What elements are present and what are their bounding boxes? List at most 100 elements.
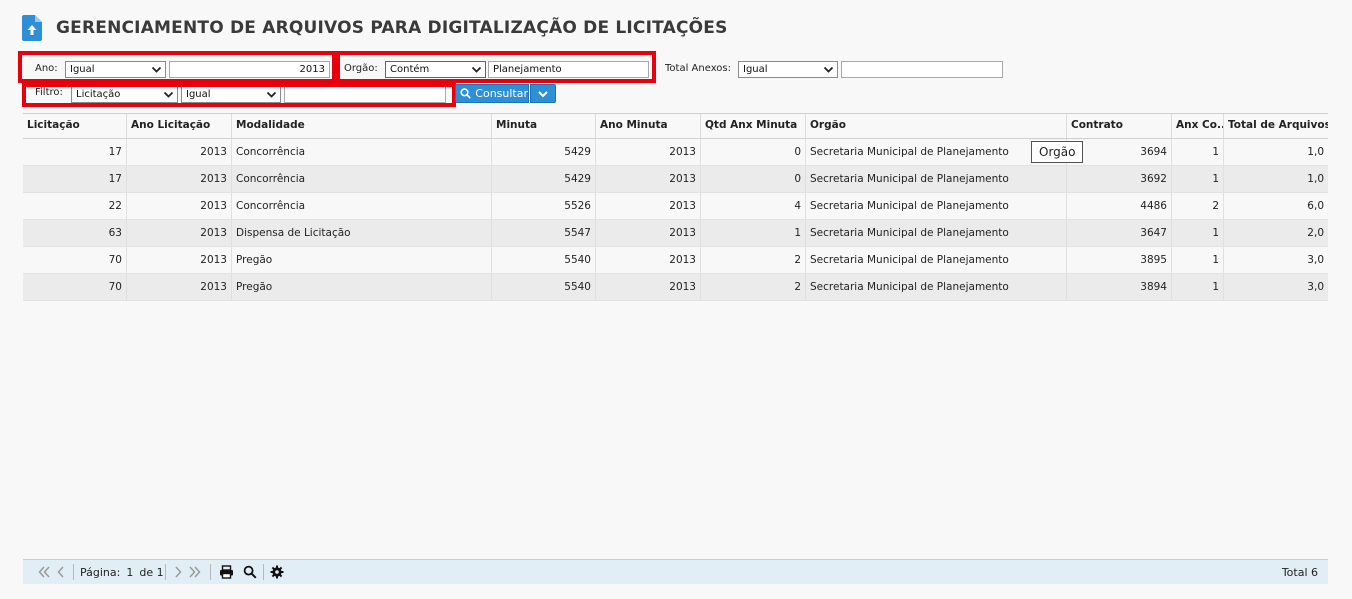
cell: Secretaria Municipal de Planejamento (806, 220, 1067, 246)
cell: 17 (23, 139, 127, 165)
last-page-icon[interactable] (188, 565, 202, 579)
cell: Secretaria Municipal de Planejamento (806, 274, 1067, 300)
cell: 3647 (1067, 220, 1172, 246)
cell: 2 (1172, 193, 1224, 219)
total-anexos-label: Total Anexos: (665, 63, 731, 74)
total-anexos-operator-value: Igual (743, 64, 768, 75)
cell: 2013 (596, 220, 701, 246)
chevron-down-icon (823, 66, 834, 73)
consultar-dropdown-button[interactable] (530, 84, 556, 103)
cell: 2013 (596, 139, 701, 165)
cell: Secretaria Municipal de Planejamento (806, 247, 1067, 273)
chevron-down-icon (538, 90, 548, 97)
column-tooltip: Orgão (1031, 141, 1084, 163)
print-icon[interactable] (219, 565, 234, 579)
highlight-box-filtro (22, 83, 456, 107)
search-icon (460, 88, 471, 99)
page-title: GERENCIAMENTO DE ARQUIVOS PARA DIGITALIZ… (56, 18, 728, 38)
cell: 2013 (127, 166, 232, 192)
cell: Secretaria Municipal de Planejamento (806, 193, 1067, 219)
cell: 2 (701, 247, 806, 273)
cell: 3,0 (1307, 281, 1324, 293)
table-row[interactable]: 17 2013 Concorrência 5429 2013 0 Secreta… (23, 166, 1328, 193)
page-label: Página: (80, 565, 121, 579)
cell: 1 (701, 220, 806, 246)
column-header[interactable]: Anx Co... (1172, 114, 1224, 138)
table-row[interactable]: 63 2013 Dispensa de Licitação 5547 2013 … (23, 220, 1328, 247)
cell: 1 (1172, 166, 1224, 192)
column-header[interactable]: Modalidade (232, 114, 492, 138)
cell: 1,0 (1307, 146, 1324, 158)
grid-footer: Página: 1 de 1 Total 6 (23, 559, 1328, 584)
prev-page-icon[interactable] (55, 565, 67, 579)
cell: 2013 (127, 247, 232, 273)
cell: 2013 (127, 139, 232, 165)
cell: 2013 (596, 193, 701, 219)
column-header[interactable]: Licitação (23, 114, 127, 138)
title-bar: GERENCIAMENTO DE ARQUIVOS PARA DIGITALIZ… (22, 14, 728, 42)
total-count: Total 6 (1281, 566, 1318, 579)
gear-icon[interactable] (270, 565, 284, 579)
column-header[interactable]: Contrato (1067, 114, 1172, 138)
divider (209, 564, 211, 580)
cell: 2,0 (1307, 227, 1324, 239)
next-page-icon[interactable] (172, 565, 184, 579)
cell: Concorrência (232, 139, 492, 165)
cell: 1 (1172, 139, 1224, 165)
cell: 5540 (492, 274, 596, 300)
column-header[interactable]: Ano Licitação (127, 114, 232, 138)
cell: 2013 (596, 166, 701, 192)
column-header[interactable]: Minuta (492, 114, 596, 138)
cell: Concorrência (232, 193, 492, 219)
cell: 4 (701, 193, 806, 219)
first-page-icon[interactable] (37, 565, 51, 579)
page-of: de 1 (139, 565, 164, 579)
divider (164, 564, 166, 580)
cell: 3895 (1067, 247, 1172, 273)
consultar-label: Consultar (475, 87, 528, 100)
cell: 0 (701, 139, 806, 165)
highlight-box-ano (18, 51, 336, 83)
search-icon[interactable] (243, 565, 257, 579)
results-grid: Licitação Ano Licitação Modalidade Minut… (23, 113, 1328, 301)
column-header[interactable]: Total de Arquivos (1224, 114, 1328, 138)
cell: 1,0 (1307, 173, 1324, 185)
cell: Concorrência (232, 166, 492, 192)
cell: 2013 (127, 274, 232, 300)
cell: 70 (23, 247, 127, 273)
cell: 1 (1172, 274, 1224, 300)
cell: 70 (23, 274, 127, 300)
cell: 2013 (127, 193, 232, 219)
column-header[interactable]: Qtd Anx Minuta (701, 114, 806, 138)
total-anexos-value-input[interactable] (841, 61, 1003, 78)
table-row[interactable]: 22 2013 Concorrência 5526 2013 4 Secreta… (23, 193, 1328, 220)
total-anexos-operator-select[interactable]: Igual (738, 61, 838, 78)
cell: 17 (23, 166, 127, 192)
cell: Pregão (232, 247, 492, 273)
cell: 2013 (127, 220, 232, 246)
table-row[interactable]: 70 2013 Pregão 5540 2013 2 Secretaria Mu… (23, 274, 1328, 301)
cell: Secretaria Municipal de Planejamento (806, 166, 1067, 192)
highlight-box-orgao (336, 51, 656, 83)
cell: 5526 (492, 193, 596, 219)
cell: 0 (701, 166, 806, 192)
column-header[interactable]: Orgão (806, 114, 1067, 138)
page-current[interactable]: 1 (126, 566, 133, 579)
cell: 4486 (1067, 193, 1172, 219)
cell: 2 (701, 274, 806, 300)
cell: 1 (1172, 220, 1224, 246)
document-upload-icon (22, 15, 42, 41)
cell: 5540 (492, 247, 596, 273)
cell: 5429 (492, 166, 596, 192)
cell: Dispensa de Licitação (232, 220, 492, 246)
cell: 5547 (492, 220, 596, 246)
column-header[interactable]: Ano Minuta (596, 114, 701, 138)
divider (73, 564, 74, 580)
table-row[interactable]: 17 2013 Concorrência 5429 2013 0 Secreta… (23, 139, 1328, 166)
cell: 63 (23, 220, 127, 246)
cell: 3692 (1067, 166, 1172, 192)
divider (262, 564, 264, 580)
table-row[interactable]: 70 2013 Pregão 5540 2013 2 Secretaria Mu… (23, 247, 1328, 274)
cell: 3894 (1067, 274, 1172, 300)
consultar-button[interactable]: Consultar (455, 84, 529, 103)
